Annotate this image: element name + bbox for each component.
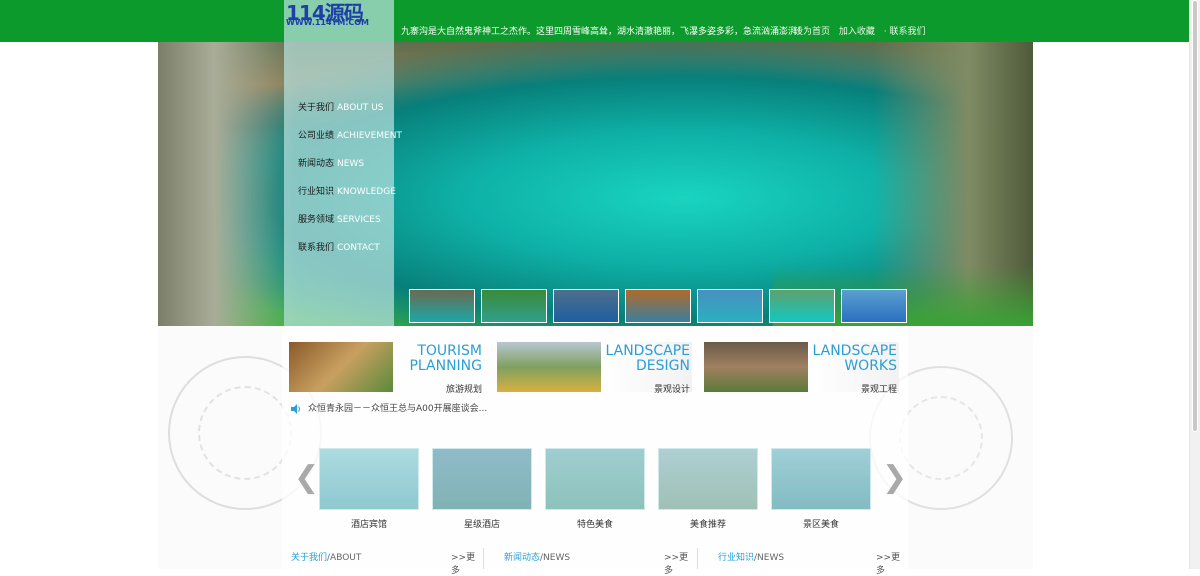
banner-thumb[interactable] bbox=[409, 289, 475, 323]
nav-label-en: ABOUT US bbox=[337, 103, 384, 113]
product-caption: 美食推荐 bbox=[689, 520, 726, 530]
header-links: 设为首页 加入收藏 · 联系我们 bbox=[794, 24, 932, 37]
speaker-icon bbox=[291, 403, 300, 414]
section-header-knowledge: 行业知识/NEWS >>更多 bbox=[718, 550, 903, 576]
carousel-prev-arrow[interactable]: ❮ bbox=[294, 463, 319, 493]
section-divider bbox=[483, 548, 484, 569]
banner-thumb[interactable] bbox=[697, 289, 763, 323]
site-logo[interactable]: 114源码 WWW.114YM.COM bbox=[284, 0, 394, 42]
product-item[interactable]: 景区美食 bbox=[771, 448, 871, 530]
banner-left-trees bbox=[158, 42, 298, 326]
product-image bbox=[545, 448, 645, 510]
nav-item-about[interactable]: 关于我们 ABOUT US bbox=[298, 100, 398, 128]
nav-label-cn: 公司业绩 bbox=[298, 131, 335, 141]
nav-label-cn: 行业知识 bbox=[298, 187, 335, 197]
nav-label-en: NEWS bbox=[337, 159, 365, 169]
product-caption: 星级酒店 bbox=[463, 520, 500, 530]
product-image bbox=[432, 448, 532, 510]
news-ticker-text[interactable]: 众恒青永园－－众恒王总与A00开展座谈会... bbox=[308, 404, 487, 414]
contact-us-link[interactable]: · 联系我们 bbox=[884, 27, 926, 37]
product-item[interactable]: 酒店宾馆 bbox=[319, 448, 419, 530]
carousel-next-arrow[interactable]: ❯ bbox=[882, 463, 907, 493]
card-title-en: TOURISM PLANNING bbox=[409, 343, 482, 374]
card-landscape-design[interactable]: LANDSCAPE DESIGN 景观设计 bbox=[497, 342, 692, 395]
card-image bbox=[704, 342, 808, 392]
nav-item-news[interactable]: 新闻动态 NEWS bbox=[298, 156, 398, 184]
page-scrollbar[interactable] bbox=[1189, 0, 1200, 569]
nav-item-services[interactable]: 服务领域 SERVICES bbox=[298, 212, 398, 240]
nav-item-contact[interactable]: 联系我们 CONTACT bbox=[298, 240, 398, 268]
card-title-cn: 景观工程 bbox=[860, 385, 897, 395]
banner-thumb[interactable] bbox=[553, 289, 619, 323]
product-image bbox=[771, 448, 871, 510]
card-tourism-planning[interactable]: TOURISM PLANNING 旅游规划 bbox=[289, 342, 484, 395]
section-title[interactable]: 新闻动态/NEWS bbox=[504, 553, 570, 563]
nav-label-en: SERVICES bbox=[337, 215, 381, 225]
banner-thumb[interactable] bbox=[769, 289, 835, 323]
product-item[interactable]: 美食推荐 bbox=[658, 448, 758, 530]
nav-item-knowledge[interactable]: 行业知识 KNOWLEDGE bbox=[298, 184, 398, 212]
card-title-en: LANDSCAPE DESIGN bbox=[605, 343, 690, 374]
more-link[interactable]: >>更多 bbox=[876, 550, 903, 576]
nav-label-en: ACHIEVEMENT bbox=[337, 131, 402, 141]
section-title[interactable]: 关于我们/ABOUT bbox=[291, 553, 361, 563]
product-caption: 特色美食 bbox=[576, 520, 613, 530]
header-slogan: 九寨沟是大自然鬼斧神工之杰作。这里四周雪峰高耸，湖水清澈艳丽，飞瀑多姿多彩，急流… bbox=[401, 27, 807, 37]
nav-label-cn: 关于我们 bbox=[298, 103, 335, 113]
product-item[interactable]: 星级酒店 bbox=[432, 448, 532, 530]
card-title-cn: 景观设计 bbox=[653, 385, 690, 395]
banner-thumb[interactable] bbox=[625, 289, 691, 323]
product-caption: 景区美食 bbox=[802, 520, 839, 530]
banner-thumb[interactable] bbox=[481, 289, 547, 323]
product-image bbox=[319, 448, 419, 510]
more-link[interactable]: >>更多 bbox=[664, 550, 689, 576]
banner-thumb[interactable] bbox=[841, 289, 907, 323]
add-favorite-link[interactable]: 加入收藏 bbox=[839, 27, 875, 37]
lineart-circle bbox=[198, 386, 292, 480]
section-title[interactable]: 行业知识/NEWS bbox=[718, 553, 784, 563]
news-ticker[interactable]: 众恒青永园－－众恒王总与A00开展座谈会... bbox=[290, 401, 487, 415]
nav-label-cn: 服务领域 bbox=[298, 215, 335, 225]
logo-url: WWW.114YM.COM bbox=[286, 18, 369, 27]
card-image bbox=[497, 342, 601, 392]
section-divider bbox=[697, 548, 698, 569]
card-landscape-works[interactable]: LANDSCAPE WORKS 景观工程 bbox=[704, 342, 899, 395]
more-link[interactable]: >>更多 bbox=[451, 550, 476, 576]
card-image bbox=[289, 342, 393, 392]
nav-label-cn: 联系我们 bbox=[298, 243, 335, 253]
product-item[interactable]: 特色美食 bbox=[545, 448, 645, 530]
section-header-news: 新闻动态/NEWS >>更多 bbox=[504, 550, 689, 576]
set-homepage-link[interactable]: 设为首页 bbox=[794, 27, 830, 37]
card-title-cn: 旅游规划 bbox=[445, 385, 482, 395]
product-image bbox=[658, 448, 758, 510]
product-caption: 酒店宾馆 bbox=[350, 520, 387, 530]
card-title-en: LANDSCAPE WORKS bbox=[812, 343, 897, 374]
nav-label-en: KNOWLEDGE bbox=[337, 187, 396, 197]
main-nav: 关于我们 ABOUT US 公司业绩 ACHIEVEMENT 新闻动态 NEWS 行业… bbox=[298, 100, 402, 268]
lineart-circle bbox=[899, 396, 983, 480]
scrollbar-thumb[interactable] bbox=[1192, 0, 1198, 432]
nav-label-cn: 新闻动态 bbox=[298, 159, 335, 169]
nav-item-achievement[interactable]: 公司业绩 ACHIEVEMENT bbox=[298, 128, 402, 156]
nav-label-en: CONTACT bbox=[337, 243, 380, 253]
section-header-about: 关于我们/ABOUT >>更多 bbox=[291, 550, 476, 576]
